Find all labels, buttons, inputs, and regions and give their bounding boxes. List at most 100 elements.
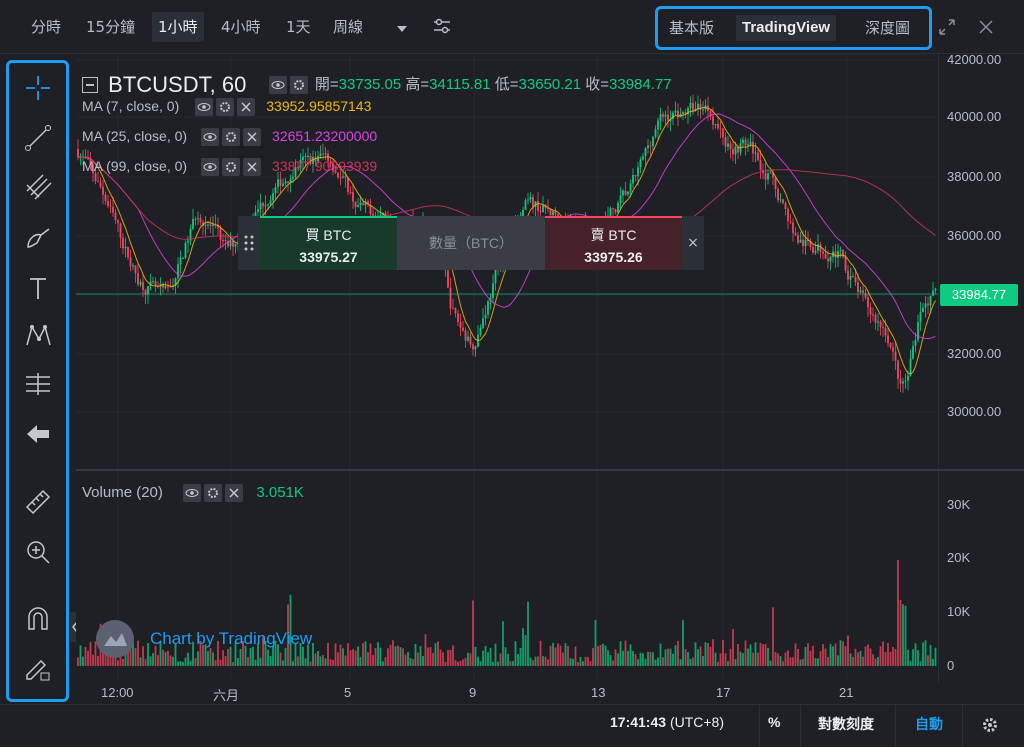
time-tick: 9	[469, 685, 477, 700]
close-icon[interactable]	[243, 158, 262, 177]
magnet-icon[interactable]	[23, 603, 53, 633]
quantity-input[interactable]: 數量（BTC）	[397, 216, 545, 270]
close-icon[interactable]	[243, 128, 262, 147]
gear-icon[interactable]	[204, 484, 223, 503]
gear-icon[interactable]	[289, 76, 308, 94]
trend-line-icon[interactable]	[23, 123, 53, 153]
gear-icon[interactable]	[222, 128, 241, 147]
gear-icon[interactable]	[216, 98, 235, 117]
close-icon[interactable]	[977, 18, 995, 36]
volume-bar	[609, 655, 612, 666]
candle-body	[889, 343, 892, 348]
expand-icon[interactable]	[938, 18, 956, 36]
timeframe-tab[interactable]: 1天	[280, 12, 317, 42]
volume-bar	[857, 652, 859, 666]
candle-body	[782, 199, 784, 204]
position-tool-icon[interactable]	[23, 369, 53, 399]
candle-body	[849, 276, 852, 280]
volume-bar	[379, 647, 382, 666]
dropdown-icon[interactable]	[396, 20, 408, 32]
gear-icon[interactable]	[222, 158, 241, 177]
collapse-icon[interactable]	[82, 77, 98, 93]
volume-bar	[674, 645, 677, 666]
volume-bar	[489, 647, 492, 666]
volume-bar	[827, 656, 829, 666]
volume-bar	[777, 653, 779, 666]
candle-body	[542, 205, 544, 213]
candle-body	[854, 276, 857, 283]
eye-icon[interactable]	[183, 484, 202, 503]
pattern-icon[interactable]	[23, 321, 53, 351]
top-bar: 分時 15分鐘 1小時 4小時 1天 周線 基本版 TradingView 深度圖	[0, 0, 1024, 54]
eye-icon[interactable]	[201, 128, 220, 147]
timeframe-tab[interactable]: 分時	[25, 12, 67, 42]
candle-body	[667, 114, 669, 121]
candlestick-plot[interactable]	[76, 54, 938, 682]
sell-button[interactable]: 賣 BTC 33975.26	[545, 216, 682, 270]
order-close-button[interactable]: ×	[682, 216, 704, 270]
candle-body	[124, 246, 127, 249]
timeframe-tab[interactable]: 1小時	[152, 12, 204, 42]
volume-bar	[729, 649, 732, 666]
price-chart[interactable]: BTCUSDT, 60 開=33735.05 高=34115.81 低=3365…	[76, 54, 938, 682]
view-tab[interactable]: TradingView	[736, 15, 837, 41]
close-icon[interactable]	[225, 484, 244, 503]
crosshair-icon[interactable]	[23, 73, 53, 103]
log-scale-toggle[interactable]: 對數刻度	[818, 714, 874, 734]
candle-body	[919, 312, 922, 323]
fib-retracement-icon[interactable]	[23, 171, 53, 201]
volume-bar	[374, 648, 377, 666]
back-arrow-icon[interactable]	[23, 419, 53, 449]
ruler-icon[interactable]	[23, 487, 53, 517]
gear-icon[interactable]	[980, 715, 1000, 735]
zoom-in-icon[interactable]	[23, 537, 53, 567]
volume-bar	[309, 661, 312, 666]
volume-bar	[519, 647, 522, 666]
buy-button[interactable]: 買 BTC 33975.27	[260, 216, 397, 270]
volume-bar	[724, 653, 727, 666]
volume-bar	[769, 660, 772, 666]
time-axis[interactable]: 12:00 六月 5 9 13 17 21	[76, 682, 938, 704]
volume-bar	[607, 650, 609, 666]
pane-separator[interactable]	[76, 469, 1024, 471]
price-axis[interactable]: 42000.0040000.0038000.0036000.0034000.00…	[938, 52, 1024, 682]
ma-legend: MA (99, close, 0) 33877.90393939	[82, 158, 378, 177]
settings-sliders-icon[interactable]	[432, 16, 452, 36]
candle-body	[99, 181, 102, 187]
candle-body	[284, 181, 287, 184]
volume-bar	[122, 658, 124, 666]
text-icon[interactable]	[23, 273, 53, 303]
candle-body	[712, 116, 714, 125]
eye-icon[interactable]	[268, 76, 287, 94]
volume-bar	[557, 643, 559, 666]
candle-body	[692, 102, 694, 111]
buy-price: 33975.27	[299, 249, 358, 265]
view-tab[interactable]: 基本版	[663, 15, 720, 41]
volume-bar	[684, 649, 687, 666]
timeframe-tab[interactable]: 4小時	[215, 12, 267, 42]
candle-body	[619, 195, 622, 203]
close-value: 33984.77	[609, 75, 672, 93]
candle-body	[449, 287, 452, 309]
timeframe-tab[interactable]: 周線	[327, 12, 369, 42]
timeframe-tab[interactable]: 15分鐘	[80, 12, 141, 42]
brush-icon[interactable]	[23, 223, 53, 253]
ma-value: 33877.90393939	[272, 158, 378, 174]
percent-toggle[interactable]: %	[768, 714, 780, 730]
volume-bar	[687, 652, 689, 666]
view-tab[interactable]: 深度圖	[859, 15, 916, 41]
eye-icon[interactable]	[195, 98, 214, 117]
auto-scale-toggle[interactable]: 自動	[915, 714, 943, 734]
candle-body	[204, 224, 207, 226]
candle-body	[837, 251, 839, 258]
close-icon[interactable]	[237, 98, 256, 117]
volume-bar	[742, 653, 744, 666]
low-value: 33650.21	[518, 75, 582, 93]
volume-bar	[369, 643, 372, 666]
lock-drawing-icon[interactable]	[23, 653, 53, 683]
eye-icon[interactable]	[201, 158, 220, 177]
candle-body	[647, 145, 649, 149]
price-tick: 30000.00	[947, 404, 1002, 419]
drag-handle-icon[interactable]	[238, 216, 260, 270]
candle-body	[767, 173, 769, 180]
